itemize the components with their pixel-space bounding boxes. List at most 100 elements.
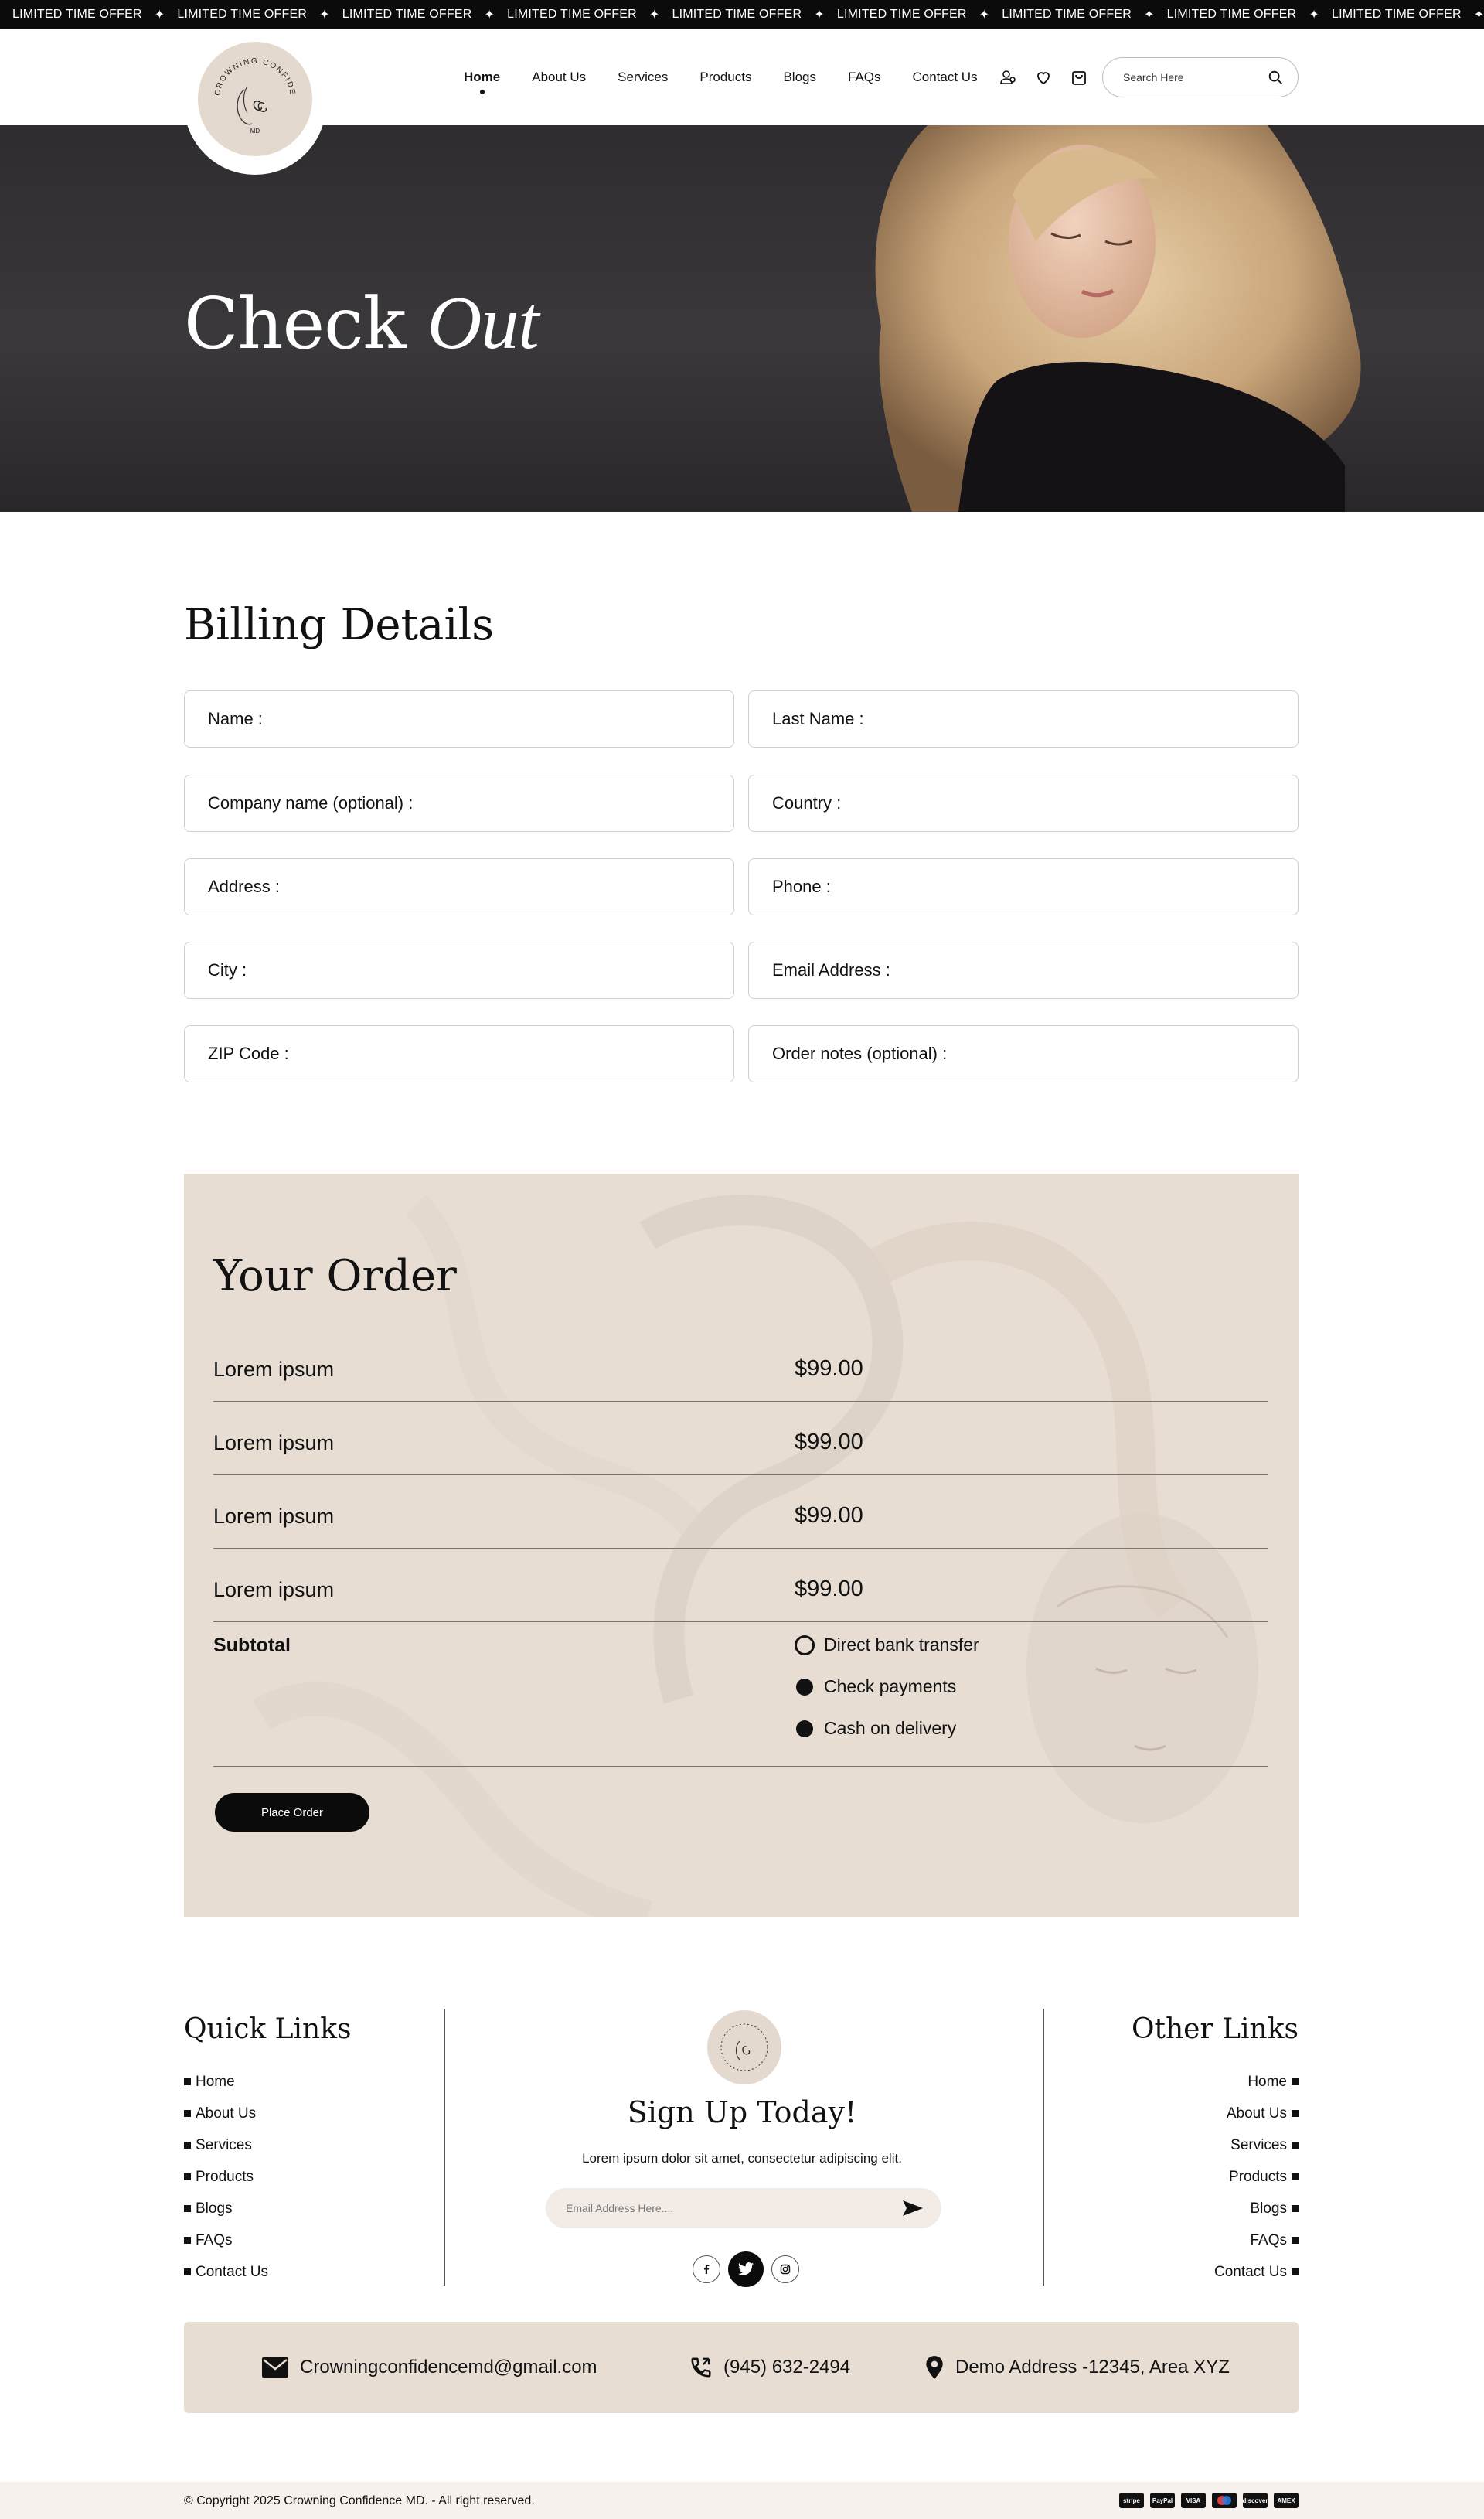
cart-bag-icon[interactable]: [1068, 66, 1090, 88]
footer-link-faqs[interactable]: FAQs: [1214, 2224, 1298, 2256]
billing-field-company-name-optional[interactable]: Company name (optional) :: [184, 775, 734, 832]
radio-icon[interactable]: [796, 1720, 813, 1737]
billing-field-name[interactable]: Name :: [184, 690, 734, 748]
billing-field-address[interactable]: Address :: [184, 858, 734, 915]
nav-blogs[interactable]: Blogs: [783, 70, 816, 85]
ticker-item: LIMITED TIME OFFER ✦: [0, 7, 165, 22]
ticker-text: LIMITED TIME OFFER: [1002, 8, 1132, 21]
ticker-item: LIMITED TIME OFFER ✦: [660, 7, 825, 22]
quick-links-title: Quick Links: [184, 2013, 352, 2045]
nav-faqs[interactable]: FAQs: [848, 70, 881, 85]
ticker-text: LIMITED TIME OFFER: [1332, 8, 1462, 21]
ticker-text: LIMITED TIME OFFER: [1166, 8, 1297, 21]
nav-about-us[interactable]: About Us: [532, 70, 586, 85]
instagram-icon[interactable]: [771, 2255, 799, 2283]
payment-logos: stripe PayPal VISA discover AMEX: [1119, 2493, 1298, 2508]
subtotal-label: Subtotal: [213, 1634, 291, 1656]
payment-option-check-payments[interactable]: Check payments: [795, 1676, 956, 1697]
order-row: Lorem ipsum $99.00: [213, 1549, 1268, 1622]
ticker-item: LIMITED TIME OFFER ✦: [1155, 7, 1319, 22]
contact-phone-text: (945) 632-2494: [723, 2357, 851, 2378]
ticker-text: LIMITED TIME OFFER: [342, 8, 472, 21]
footer-link-blogs[interactable]: Blogs: [1214, 2193, 1298, 2224]
location-pin-icon: [926, 2356, 943, 2379]
nav-contact-us[interactable]: Contact Us: [913, 70, 978, 85]
footer-link-home[interactable]: Home: [184, 2066, 268, 2098]
billing-field-order-notes-optional[interactable]: Order notes (optional) :: [748, 1025, 1298, 1082]
hero-title-script: Out: [427, 281, 539, 365]
search-icon[interactable]: [1267, 69, 1284, 86]
footer-link-services[interactable]: Services: [1214, 2129, 1298, 2161]
twitter-icon[interactable]: [728, 2251, 764, 2287]
payment-logo-visa-icon: VISA: [1181, 2493, 1206, 2508]
newsletter-email-input[interactable]: [566, 2202, 901, 2214]
ticker-star-icon: ✦: [319, 9, 330, 22]
logo-arc-text: CROWNING CONFIDENCE: [198, 42, 297, 97]
footer-divider-right: [1043, 2009, 1044, 2286]
other-links-title: Other Links: [1131, 2013, 1298, 2045]
contact-email[interactable]: Crowningconfidencemd@gmail.com: [261, 2322, 597, 2413]
ticker-star-icon: ✦: [484, 9, 495, 22]
radio-icon[interactable]: [796, 1678, 813, 1696]
contact-address[interactable]: Demo Address -12345, Area XYZ: [924, 2322, 1230, 2413]
nav-home[interactable]: Home: [464, 70, 500, 94]
contact-bar: Crowningconfidencemd@gmail.com (945) 632…: [184, 2322, 1298, 2413]
footer-logo[interactable]: [707, 2010, 781, 2084]
header-icons: [997, 29, 1090, 125]
order-item-name: Lorem ipsum: [213, 1505, 335, 1528]
footer-link-home[interactable]: Home: [1214, 2066, 1298, 2098]
ticker-text: LIMITED TIME OFFER: [177, 8, 308, 21]
contact-phone[interactable]: (945) 632-2494: [689, 2322, 850, 2413]
billing-field-email-address[interactable]: Email Address :: [748, 942, 1298, 999]
facebook-icon[interactable]: [693, 2255, 720, 2283]
footer-link-products[interactable]: Products: [1214, 2161, 1298, 2193]
ticker-star-icon: ✦: [979, 9, 990, 22]
ticker-item: LIMITED TIME OFFER ✦: [330, 7, 495, 22]
footer-link-contact-us[interactable]: Contact Us: [1214, 2256, 1298, 2288]
billing-field-country[interactable]: Country :: [748, 775, 1298, 832]
search-input[interactable]: [1123, 71, 1267, 84]
wishlist-heart-icon[interactable]: [1033, 66, 1054, 88]
brand-logo-icon: CROWNING CONFIDENCE MD: [198, 42, 297, 135]
footer-link-about-us[interactable]: About Us: [1214, 2098, 1298, 2129]
payment-option-cash-on-delivery[interactable]: Cash on delivery: [795, 1718, 956, 1739]
billing-field-city[interactable]: City :: [184, 942, 734, 999]
account-icon[interactable]: [997, 66, 1019, 88]
billing-field-zip-code[interactable]: ZIP Code :: [184, 1025, 734, 1082]
footer-link-blogs[interactable]: Blogs: [184, 2193, 268, 2224]
ticker-item: LIMITED TIME OFFER ✦: [165, 7, 329, 22]
other-links-list: Home About Us Services Products Blogs FAQs Con…: [1214, 2066, 1298, 2288]
order-divider: [213, 1766, 1268, 1767]
footer-divider-left: [444, 2009, 445, 2286]
payment-option-direct-bank-transfer[interactable]: Direct bank transfer: [795, 1634, 979, 1655]
ticker-star-icon: ✦: [154, 9, 165, 22]
nav-products[interactable]: Products: [699, 70, 751, 85]
order-item-price: $99.00: [795, 1577, 863, 1601]
offer-ticker: LIMITED TIME OFFER ✦ LIMITED TIME OFFER ✦ LI…: [0, 0, 1484, 29]
contact-address-text: Demo Address -12345, Area XYZ: [955, 2357, 1230, 2378]
payment-logo-amex-icon: AMEX: [1274, 2493, 1298, 2508]
order-item-name: Lorem ipsum: [213, 1578, 335, 1601]
payment-option-label: Direct bank transfer: [824, 1634, 979, 1655]
page: LIMITED TIME OFFER ✦ LIMITED TIME OFFER ✦ LI…: [0, 0, 1484, 2519]
footer-link-contact-us[interactable]: Contact Us: [184, 2256, 268, 2288]
ticker-item: LIMITED TIME OFFER ✦: [825, 7, 989, 22]
ticker-star-icon: ✦: [1309, 9, 1319, 22]
ticker-text: LIMITED TIME OFFER: [836, 8, 967, 21]
ticker-item: LIMITED TIME OFFER ✦: [1319, 7, 1484, 22]
hero-title-main: Check: [184, 282, 406, 365]
radio-icon[interactable]: [795, 1634, 815, 1655]
place-order-button[interactable]: Place Order: [215, 1793, 369, 1832]
ticker-text: LIMITED TIME OFFER: [672, 8, 802, 21]
ticker-star-icon: ✦: [814, 9, 825, 22]
send-arrow-icon[interactable]: [901, 2199, 924, 2217]
order-item-price: $99.00: [795, 1503, 863, 1528]
mail-icon: [262, 2357, 288, 2378]
nav-services[interactable]: Services: [618, 70, 668, 85]
logo-sub-text: MD: [250, 128, 260, 135]
footer-link-faqs[interactable]: FAQs: [184, 2224, 268, 2256]
billing-field-last-name[interactable]: Last Name :: [748, 690, 1298, 748]
copyright-bar: © Copyright 2025 Crowning Confidence MD.…: [0, 2482, 1484, 2519]
billing-field-phone[interactable]: Phone :: [748, 858, 1298, 915]
logo-badge[interactable]: CROWNING CONFIDENCE MD: [184, 29, 326, 175]
